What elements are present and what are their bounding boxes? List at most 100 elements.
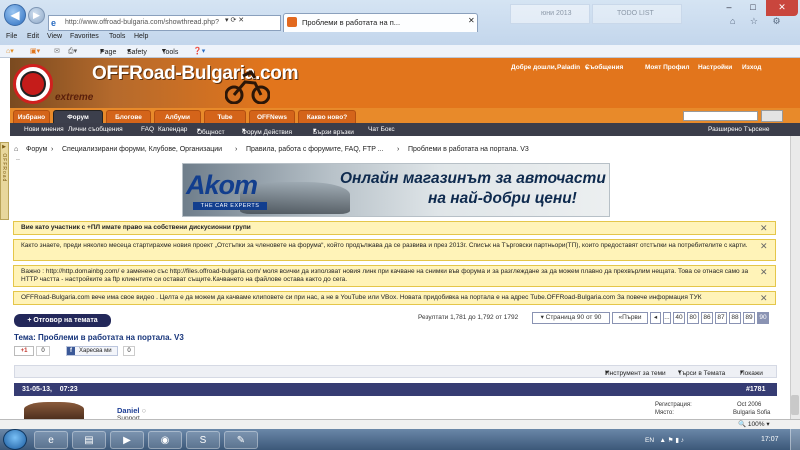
page-menu[interactable]: Page ▾ [100,47,116,56]
prev-page-icon[interactable]: ◂ [650,312,661,324]
command-bar: ⌂▾ ▣▾ ✉ ⎙▾ Page ▾ Safety ▾ Tools ▾ ❓▾ [0,45,800,58]
tab-albums[interactable]: Албуми [154,110,201,123]
profile-link[interactable]: Моят Профил [645,64,690,71]
results-count: Резултати 1,781 до 1,792 от 1792 [418,314,519,321]
post-header [14,383,777,396]
reply-button[interactable]: + Отговор на темата [14,314,111,327]
page-link[interactable]: 80 [687,312,699,324]
menu-file[interactable]: File [6,33,17,40]
logout-link[interactable]: Изход [742,64,761,71]
subnav-quick-links[interactable]: Бързи връзки ▾ [313,126,354,136]
maximize-icon[interactable]: □ [742,0,764,16]
page-link[interactable]: 40 [673,312,685,324]
menu-favorites[interactable]: Favorites [70,33,99,40]
taskbar-ie-icon[interactable]: e [34,431,68,449]
zoom-level[interactable]: 🔍 100% ▾ [738,420,770,428]
settings-link[interactable]: Настройки [698,64,732,71]
language-indicator[interactable]: EN [645,437,654,444]
subnav-faq[interactable]: FAQ [141,126,154,133]
poster-name[interactable]: Daniel ○ [117,406,146,415]
post-number[interactable]: #1781 [746,386,765,393]
stat-value: Bulgaria Sofia [733,410,771,416]
taskbar-media-icon[interactable]: ▶ [110,431,144,449]
taskbar-explorer-icon[interactable]: ▤ [72,431,106,449]
site-logo-subtitle: extreme [55,92,94,103]
tab-forum[interactable]: Форум [53,110,103,123]
first-page-button[interactable]: «Първи [612,312,648,324]
search-input[interactable] [683,111,758,121]
home-breadcrumb-icon[interactable]: ⌂ [14,146,18,153]
scrollbar[interactable] [790,136,800,419]
safety-menu[interactable]: Safety ▾ [127,47,147,56]
site-favicon-icon [287,17,297,27]
breadcrumb-forum[interactable]: Форум [26,146,47,153]
background-tab-1[interactable]: юни 2013 [510,4,590,24]
help-icon[interactable]: ❓▾ [193,47,205,55]
taskbar-app-icon[interactable]: ✎ [224,431,258,449]
display-menu[interactable]: Покажи ▾ [740,368,763,377]
clock[interactable]: 17:07 [761,436,779,443]
tools-menu[interactable]: Tools ▾ [162,47,178,56]
subnav-chat-box[interactable]: Чат Бокс [368,126,395,133]
tab-tube[interactable]: Tube [204,110,246,123]
notice-close-icon[interactable]: ✕ [760,241,768,252]
banner-brand: Akom [186,170,258,200]
facebook-icon: f [67,347,75,355]
tab-featured[interactable]: Избрано [13,110,50,123]
google-plus-button[interactable]: +1 [14,346,34,356]
home-icon[interactable]: ⌂▾ [6,47,14,55]
address-controls[interactable]: ▾ ⟳ ✕ [225,16,244,24]
breadcrumb-rules[interactable]: Правила, работа с форумите, FAQ, FTP ... [246,146,384,153]
browser-tool-icons[interactable]: ⌂ ☆ ⚙ [730,16,787,27]
page-link[interactable]: 88 [729,312,741,324]
search-button[interactable] [761,110,783,122]
thread-tools-menu[interactable]: Инструмент за теми ▾ [605,368,666,377]
mail-icon[interactable]: ✉ [54,47,60,55]
tab-active[interactable]: Проблеми в работата на п... [283,13,478,32]
menu-help[interactable]: Help [134,33,148,40]
page-link[interactable]: 89 [743,312,755,324]
advanced-search-link[interactable]: Разширено Търсене [708,126,769,133]
close-window-icon[interactable]: ✕ [766,0,798,16]
breadcrumb-specialized[interactable]: Специализирани форуми, Клубове, Организа… [62,146,222,153]
subnav-forum-actions[interactable]: Форум Действия ▾ [242,126,292,136]
subnav-community[interactable]: Общност ▾ [197,126,225,136]
breadcrumb-sep-icon: › [51,146,54,153]
notice-close-icon[interactable]: ✕ [760,223,768,234]
menu-view[interactable]: View [47,33,62,40]
tab-offnews[interactable]: OFFNews [249,110,295,123]
taskbar-firefox-icon[interactable]: ◉ [148,431,182,449]
breadcrumb-dots: .. [16,155,20,162]
tab-close-icon[interactable]: ✕ [468,16,475,25]
notice-close-icon[interactable]: ✕ [760,293,768,304]
feeds-icon[interactable]: ▣▾ [30,47,40,55]
address-bar[interactable]: http://www.offroad-bulgaria.com/showthre… [48,15,281,31]
back-button[interactable]: ◀ [4,4,26,26]
page-link[interactable]: 86 [701,312,713,324]
page-of-dropdown[interactable]: ▾ Страница 90 от 90 [532,312,610,324]
print-icon[interactable]: ⎙▾ [68,47,77,56]
username-link[interactable]: Paladin [557,64,580,71]
messages-link[interactable]: Съобщения ▾ [585,64,623,72]
show-desktop-button[interactable] [790,429,800,450]
system-tray[interactable]: EN ▲ ⚑ ▮ ♪ [645,436,684,444]
forward-button[interactable]: ▶ [28,7,45,24]
start-button[interactable] [3,429,27,450]
subnav-private-messages[interactable]: Лични съобщения [68,126,123,133]
scrollbar-thumb[interactable] [791,395,799,415]
taskbar-skype-icon[interactable]: S [186,431,220,449]
tab-whats-new[interactable]: Какво ново? [298,110,356,123]
menu-edit[interactable]: Edit [27,33,39,40]
page-link[interactable]: 87 [715,312,727,324]
menu-tools[interactable]: Tools [109,33,125,40]
notice-discounts: Както знаете, преди няколко месеца старт… [13,239,776,261]
background-tab-2[interactable]: TODO LIST [592,4,682,24]
notice-close-icon[interactable]: ✕ [760,267,768,278]
stat-label: Регистрация: [655,402,692,408]
subnav-calendar[interactable]: Календар [158,126,187,133]
thread-search-menu[interactable]: Търси в Темата ▾ [678,368,725,377]
minimize-icon[interactable]: – [718,0,740,16]
subnav-new-posts[interactable]: Нови мнения [24,126,64,133]
tab-blogs[interactable]: Блогове [106,110,151,123]
avatar[interactable] [24,402,84,420]
